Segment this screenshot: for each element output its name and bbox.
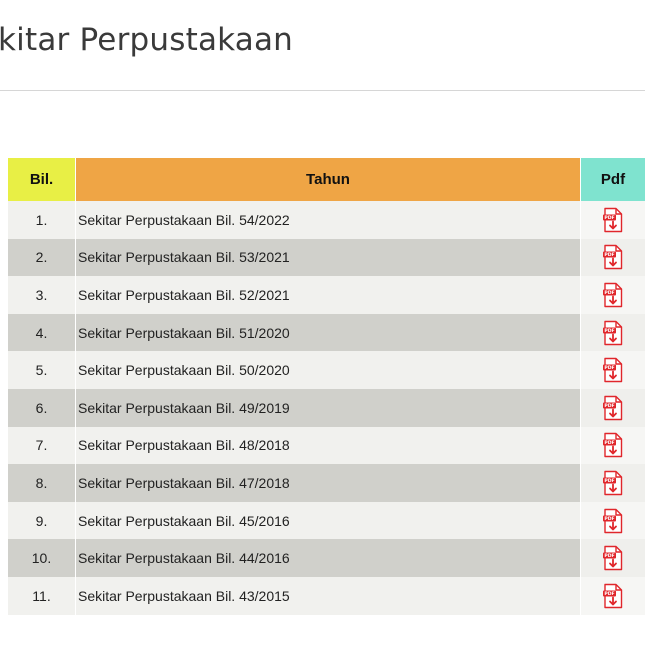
table-row: 2. Sekitar Perpustakaan Bil. 53/2021 PDF <box>8 238 645 277</box>
row-number: 2. <box>8 238 75 277</box>
pdf-download-icon[interactable]: PDF <box>602 508 624 534</box>
table-row: 8. Sekitar Perpustakaan Bil. 47/2018 PDF <box>8 464 645 502</box>
svg-text:PDF: PDF <box>604 290 614 296</box>
row-number: 6. <box>8 388 75 427</box>
publications-table: Bil. Tahun Pdf 1. Sekitar Perpustakaan B… <box>8 158 645 615</box>
row-title: Sekitar Perpustakaan Bil. 47/2018 <box>75 464 580 502</box>
table-row: 5. Sekitar Perpustakaan Bil. 50/2020 PDF <box>8 351 645 389</box>
pdf-cell: PDF <box>580 276 645 314</box>
row-number: 9. <box>8 501 75 540</box>
table-row: 10. Sekitar Perpustakaan Bil. 44/2016 PD… <box>8 539 645 577</box>
pdf-download-icon[interactable]: PDF <box>602 357 624 383</box>
svg-text:PDF: PDF <box>604 215 614 221</box>
row-number: 1. <box>8 201 75 239</box>
svg-text:PDF: PDF <box>604 253 614 259</box>
table-header-row: Bil. Tahun Pdf <box>8 158 645 201</box>
svg-text:PDF: PDF <box>604 403 614 409</box>
pdf-download-icon[interactable]: PDF <box>602 583 624 609</box>
pdf-download-icon[interactable]: PDF <box>602 244 624 270</box>
table-row: 1. Sekitar Perpustakaan Bil. 54/2022 PDF <box>8 201 645 239</box>
row-title: Sekitar Perpustakaan Bil. 52/2021 <box>75 276 580 314</box>
pdf-download-icon[interactable]: PDF <box>602 432 624 458</box>
table-row: 3. Sekitar Perpustakaan Bil. 52/2021 PDF <box>8 276 645 314</box>
row-title: Sekitar Perpustakaan Bil. 54/2022 <box>75 201 580 239</box>
svg-text:PDF: PDF <box>604 441 614 447</box>
row-number: 4. <box>8 313 75 352</box>
pdf-cell: PDF <box>580 313 645 352</box>
pdf-cell: PDF <box>580 238 645 277</box>
svg-text:PDF: PDF <box>604 591 614 597</box>
table-body: 1. Sekitar Perpustakaan Bil. 54/2022 PDF… <box>8 201 645 615</box>
svg-text:PDF: PDF <box>604 516 614 522</box>
row-number: 8. <box>8 464 75 502</box>
pdf-cell: PDF <box>580 388 645 427</box>
pdf-cell: PDF <box>580 464 645 502</box>
row-number: 7. <box>8 426 75 465</box>
row-title: Sekitar Perpustakaan Bil. 44/2016 <box>75 539 580 577</box>
row-title: Sekitar Perpustakaan Bil. 49/2019 <box>75 388 580 427</box>
table-row: 11. Sekitar Perpustakaan Bil. 43/2015 PD… <box>8 576 645 615</box>
table-row: 9. Sekitar Perpustakaan Bil. 45/2016 PDF <box>8 501 645 540</box>
row-title: Sekitar Perpustakaan Bil. 51/2020 <box>75 313 580 352</box>
page-title: kitar Perpustakaan <box>0 22 293 58</box>
row-number: 5. <box>8 351 75 389</box>
table-row: 4. Sekitar Perpustakaan Bil. 51/2020 PDF <box>8 313 645 352</box>
row-number: 3. <box>8 276 75 314</box>
table-row: 6. Sekitar Perpustakaan Bil. 49/2019 PDF <box>8 388 645 427</box>
row-title: Sekitar Perpustakaan Bil. 48/2018 <box>75 426 580 465</box>
row-title: Sekitar Perpustakaan Bil. 50/2020 <box>75 351 580 389</box>
pdf-cell: PDF <box>580 351 645 389</box>
header-bil: Bil. <box>8 158 75 201</box>
svg-text:PDF: PDF <box>604 553 614 559</box>
pdf-download-icon[interactable]: PDF <box>602 470 624 496</box>
row-title: Sekitar Perpustakaan Bil. 53/2021 <box>75 238 580 277</box>
pdf-cell: PDF <box>580 426 645 465</box>
header-pdf: Pdf <box>581 158 645 201</box>
pdf-download-icon[interactable]: PDF <box>602 545 624 571</box>
pdf-download-icon[interactable]: PDF <box>602 395 624 421</box>
pdf-download-icon[interactable]: PDF <box>602 282 624 308</box>
row-title: Sekitar Perpustakaan Bil. 43/2015 <box>75 576 580 615</box>
row-number: 10. <box>8 539 75 577</box>
pdf-cell: PDF <box>580 576 645 615</box>
pdf-cell: PDF <box>580 539 645 577</box>
table-row: 7. Sekitar Perpustakaan Bil. 48/2018 PDF <box>8 426 645 465</box>
row-title: Sekitar Perpustakaan Bil. 45/2016 <box>75 501 580 540</box>
svg-text:PDF: PDF <box>604 328 614 334</box>
pdf-download-icon[interactable]: PDF <box>602 320 624 346</box>
pdf-cell: PDF <box>580 201 645 239</box>
header-tahun: Tahun <box>76 158 580 201</box>
title-divider <box>0 90 645 91</box>
svg-text:PDF: PDF <box>604 478 614 484</box>
pdf-download-icon[interactable]: PDF <box>602 207 624 233</box>
pdf-cell: PDF <box>580 501 645 540</box>
svg-text:PDF: PDF <box>604 365 614 371</box>
row-number: 11. <box>8 576 75 615</box>
